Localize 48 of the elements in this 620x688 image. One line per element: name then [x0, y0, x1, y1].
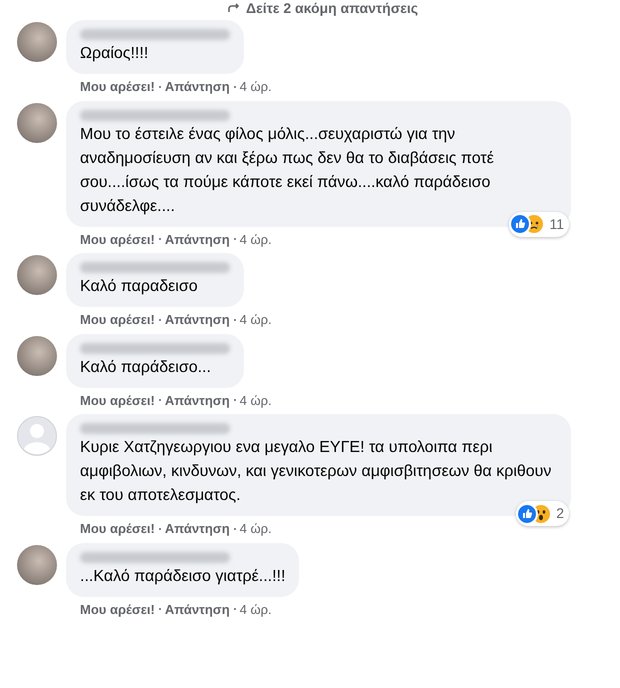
reply-link[interactable]: Απάντηση	[164, 310, 230, 330]
reaction-count: 11	[549, 214, 564, 234]
comment-text: Μου το έστειλε ένας φίλος μόλις...σευχαριστώ για την αναδημοσίευση αν και ξέρω πως δεν θα το διαβάσεις ποτέ σου....ίσως τα πούμε κάποτε εκεί πάνω....καλό παράδεισο συνάδελφε....	[80, 124, 495, 216]
separator-dot-icon	[158, 399, 161, 402]
comment-text: Καλό παραδεισο	[80, 277, 199, 297]
separator-dot-icon	[234, 86, 236, 88]
separator-dot-icon	[234, 608, 236, 610]
like-link[interactable]: Μου αρέσει!	[80, 600, 155, 619]
reaction-count: 2	[556, 504, 564, 523]
like-link[interactable]: Μου αρέσει!	[80, 77, 155, 96]
more-replies-link[interactable]: Δείτε 2 ακόμη απαντήσεις	[246, 0, 418, 16]
timestamp-link[interactable]: 4 ώρ.	[240, 600, 272, 619]
thumbs-up-icon	[511, 215, 530, 233]
timestamp-link[interactable]: 4 ώρ.	[240, 519, 272, 538]
avatar[interactable]	[17, 544, 57, 584]
avatar[interactable]	[17, 22, 57, 62]
separator-dot-icon	[158, 86, 161, 88]
avatar[interactable]	[17, 336, 57, 376]
like-link[interactable]: Μου αρέσει!	[80, 519, 155, 538]
separator-dot-icon	[158, 608, 161, 610]
avatar[interactable]	[17, 255, 57, 295]
timestamp-link[interactable]: 4 ώρ.	[240, 390, 272, 410]
separator-dot-icon	[234, 399, 236, 402]
reaction-badge[interactable]: 11	[509, 212, 569, 236]
timestamp-link[interactable]: 4 ώρ.	[240, 77, 272, 96]
timestamp-link[interactable]: 4 ώρ.	[240, 310, 272, 330]
reply-link[interactable]: Απάντηση	[164, 519, 230, 538]
like-link[interactable]: Μου αρέσει!	[80, 230, 155, 249]
timestamp-link[interactable]: 4 ώρ.	[240, 230, 272, 249]
separator-dot-icon	[158, 528, 161, 530]
avatar[interactable]	[17, 102, 57, 142]
reaction-badge[interactable]: 2	[516, 501, 569, 526]
comment-text: Καλό παράδεισο...	[80, 358, 212, 378]
reply-link[interactable]: Απάντηση	[164, 77, 230, 96]
reply-link[interactable]: Απάντηση	[164, 390, 230, 410]
thumbs-up-icon	[518, 504, 536, 522]
reply-arrow-icon	[228, 3, 240, 13]
separator-dot-icon	[234, 238, 236, 240]
separator-dot-icon	[234, 528, 236, 530]
separator-dot-icon	[234, 318, 236, 321]
like-link[interactable]: Μου αρέσει!	[80, 390, 155, 410]
separator-dot-icon	[158, 238, 161, 240]
reply-link[interactable]: Απάντηση	[164, 230, 230, 249]
like-link[interactable]: Μου αρέσει!	[80, 310, 155, 330]
comment-text: ...Καλό παράδεισο γιατρέ...!!!	[80, 566, 286, 586]
reply-link[interactable]: Απάντηση	[164, 600, 230, 619]
comment-text: Ωραίος!!!!	[80, 44, 150, 64]
separator-dot-icon	[158, 318, 161, 321]
